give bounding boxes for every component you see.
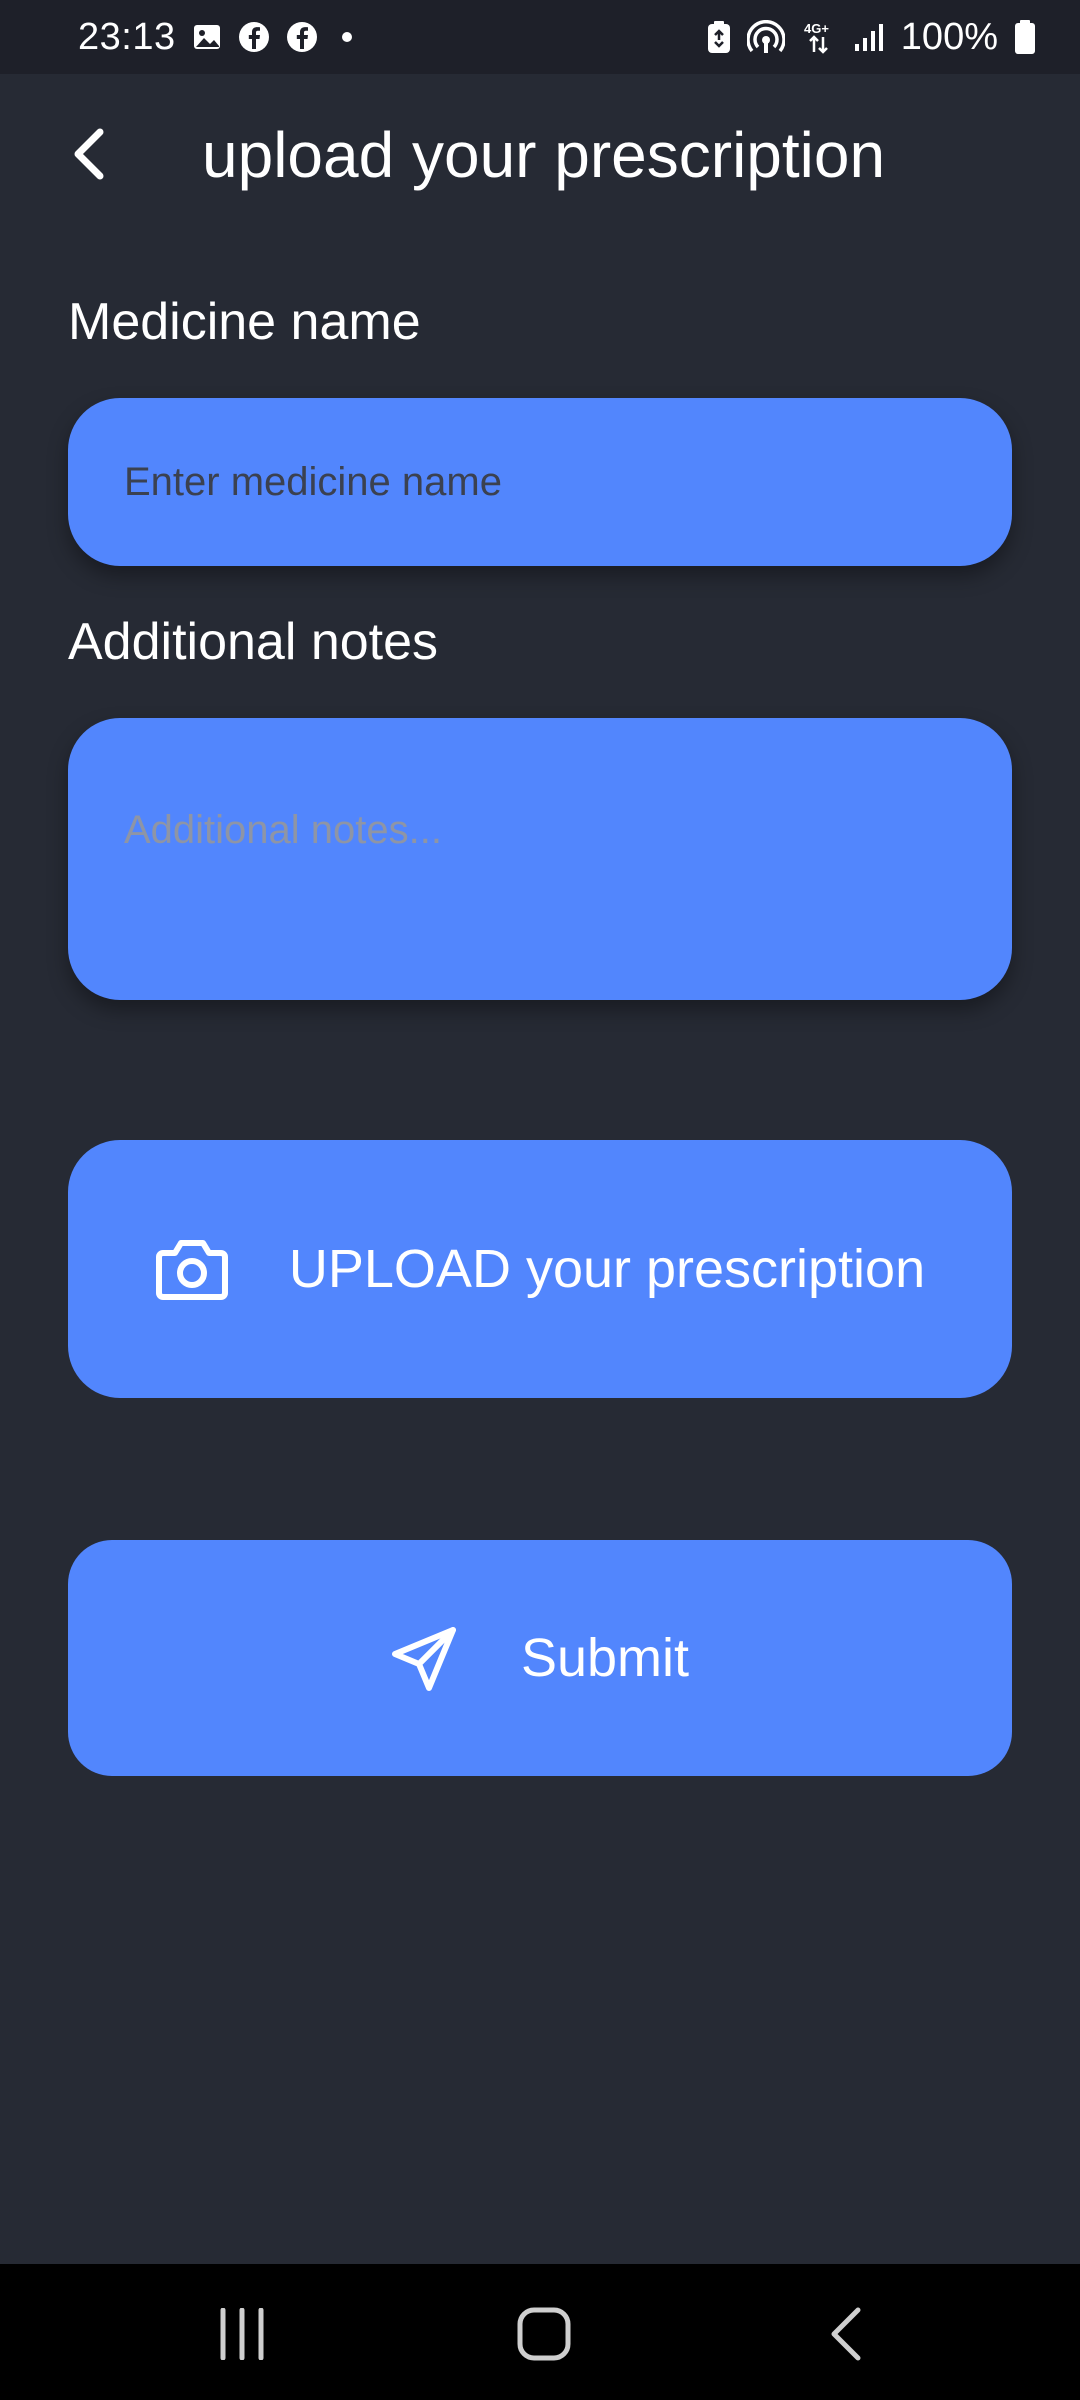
svg-text:4G+: 4G+	[804, 21, 829, 36]
network-4g-icon: 4G+	[801, 19, 837, 55]
hotspot-icon	[746, 20, 785, 54]
medicine-name-input[interactable]	[68, 398, 1012, 566]
chevron-left-icon	[74, 128, 104, 180]
gallery-icon	[192, 22, 222, 52]
app-header: upload your prescription	[0, 100, 1080, 210]
status-bar-right: 4G+ 100%	[707, 16, 1036, 59]
upload-prescription-screen: 23:13 4G+ 100% upload your prescription …	[0, 0, 1080, 2400]
battery-percent: 100%	[900, 15, 998, 58]
upload-prescription-button[interactable]: UPLOAD your prescription	[68, 1140, 1012, 1398]
battery-saver-icon	[707, 20, 731, 54]
submit-button[interactable]: Submit	[68, 1540, 1012, 1776]
recents-button[interactable]	[202, 2294, 282, 2374]
additional-notes-label: Additional notes	[68, 613, 439, 671]
status-bar: 23:13 4G+ 100%	[0, 0, 1080, 74]
camera-icon	[155, 1240, 228, 1300]
page-title: upload your prescription	[202, 119, 886, 191]
nav-back-button[interactable]	[806, 2294, 886, 2374]
additional-notes-input[interactable]	[68, 718, 1012, 1000]
status-bar-left: 23:13	[78, 16, 352, 59]
home-button[interactable]	[504, 2294, 584, 2374]
signal-icon	[853, 22, 885, 52]
send-icon	[391, 1627, 456, 1691]
status-time: 23:13	[78, 15, 176, 58]
recents-icon	[220, 2308, 264, 2360]
back-icon	[831, 2307, 861, 2361]
system-nav-bar	[0, 2264, 1080, 2400]
submit-button-label: Submit	[520, 1628, 690, 1688]
back-button[interactable]	[56, 122, 120, 186]
home-icon	[517, 2307, 571, 2361]
facebook-icon	[238, 21, 270, 53]
facebook-icon	[286, 21, 318, 53]
medicine-name-label: Medicine name	[68, 293, 421, 351]
battery-icon	[1014, 19, 1036, 55]
dot-icon	[341, 32, 352, 42]
upload-button-label: UPLOAD your prescription	[288, 1239, 926, 1299]
